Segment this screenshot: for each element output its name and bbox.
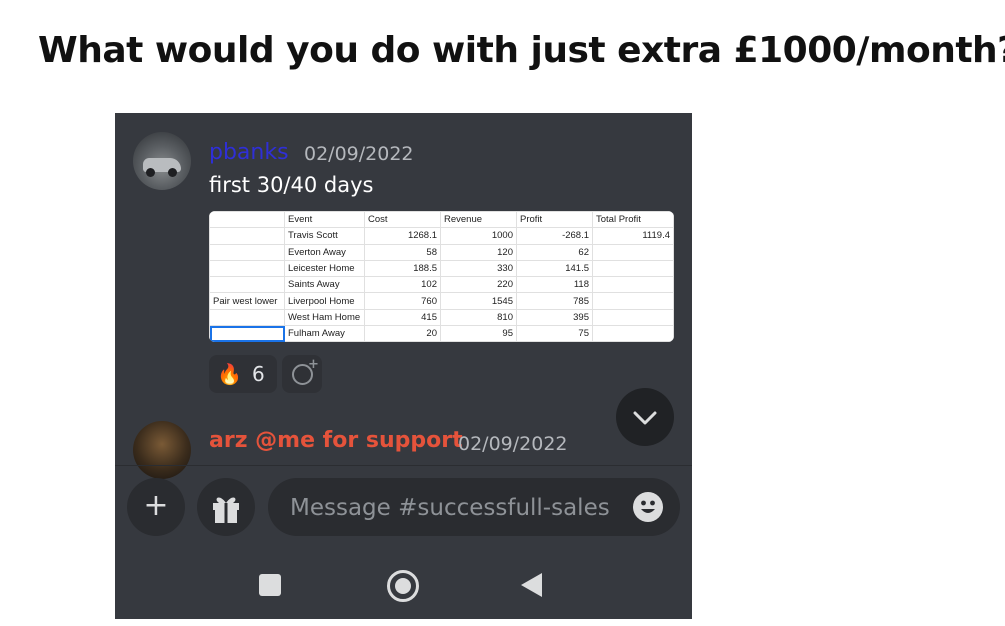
table-cell [592, 276, 674, 294]
table-cell: Travis Scott [284, 227, 365, 245]
scroll-down-button[interactable] [616, 388, 674, 446]
table-cell: 20 [364, 325, 441, 342]
reaction-count: 6 [252, 362, 265, 386]
discord-screen: pbanks 02/09/2022 first 30/40 days Event… [115, 113, 692, 619]
headline: What would you do with just extra £1000/… [38, 30, 1005, 71]
table-cell: 95 [440, 325, 517, 342]
chevron-down-icon [633, 411, 657, 425]
table-cell: 810 [440, 308, 517, 327]
table-cell: 395 [516, 308, 593, 327]
gift-icon [213, 497, 239, 523]
table-cell [209, 308, 285, 327]
table-cell [592, 308, 674, 327]
table-row: Fulham Away 20 95 75 [209, 325, 674, 342]
username[interactable]: arz @me for support [209, 428, 463, 453]
table-cell: 120 [440, 243, 517, 261]
message-text: first 30/40 days [209, 173, 374, 197]
wheel-shape [146, 168, 155, 177]
table-cell: Leicester Home [284, 259, 365, 278]
table-cell: 1545 [440, 292, 517, 310]
table-cell: 785 [516, 292, 593, 310]
username[interactable]: pbanks [209, 140, 289, 165]
selected-cell [209, 325, 285, 342]
add-reaction-button[interactable]: + [282, 355, 322, 393]
smiley-icon[interactable] [633, 492, 663, 522]
table-cell: Liverpool Home [284, 292, 365, 310]
table-cell: 141.5 [516, 259, 593, 278]
table-cell [592, 243, 674, 261]
table-cell [592, 292, 674, 310]
table-cell: 62 [516, 243, 593, 261]
table-cell: Saints Away [284, 276, 365, 294]
table-header: Revenue [440, 211, 517, 229]
table-cell [209, 243, 285, 261]
table-header: Total Profit [592, 211, 674, 229]
plus-icon: + [143, 488, 169, 523]
table-cell [209, 276, 285, 294]
smiley-face-shape [641, 500, 655, 513]
table-cell: 102 [364, 276, 441, 294]
table-header: Profit [516, 211, 593, 229]
table-header [209, 211, 285, 229]
table-header: Cost [364, 211, 441, 229]
square-icon[interactable] [259, 574, 281, 596]
fire-icon: 🔥 [217, 362, 242, 386]
table-cell [592, 325, 674, 342]
table-row: Saints Away 102 220 118 [209, 276, 674, 294]
table-cell: -268.1 [516, 227, 593, 245]
avatar[interactable] [133, 132, 191, 190]
attach-button[interactable]: + [127, 478, 185, 536]
avatar[interactable] [133, 421, 191, 479]
table-cell [592, 259, 674, 278]
spreadsheet-table: Event Cost Revenue Profit Total Profit T… [209, 211, 674, 342]
table-cell: 75 [516, 325, 593, 342]
table-cell [209, 259, 285, 278]
table-cell: 58 [364, 243, 441, 261]
table-cell: Fulham Away [284, 325, 365, 342]
divider [115, 465, 692, 466]
table-row: Leicester Home 188.5 330 141.5 [209, 259, 674, 278]
fire-reaction-button[interactable]: 🔥 6 [209, 355, 277, 393]
message-composer[interactable] [268, 478, 680, 538]
table-cell: 118 [516, 276, 593, 294]
table-header-row: Event Cost Revenue Profit Total Profit [209, 211, 674, 229]
table-cell: 1000 [440, 227, 517, 245]
gift-button[interactable] [197, 478, 255, 536]
timestamp: 02/09/2022 [304, 143, 414, 165]
table-cell: 415 [364, 308, 441, 327]
table-header: Event [284, 211, 365, 229]
table-cell: 220 [440, 276, 517, 294]
spreadsheet-image[interactable]: Event Cost Revenue Profit Total Profit T… [209, 211, 674, 342]
table-row: Everton Away 58 120 62 [209, 243, 674, 261]
table-cell: 1268.1 [364, 227, 441, 245]
table-cell: Pair west lower [209, 292, 285, 310]
plus-small-icon: + [308, 357, 319, 372]
table-cell: West Ham Home [284, 308, 365, 327]
table-cell: 188.5 [364, 259, 441, 278]
table-cell: 330 [440, 259, 517, 278]
table-cell: 760 [364, 292, 441, 310]
back-triangle-icon[interactable] [521, 573, 542, 597]
table-row: Pair west lower Liverpool Home 760 1545 … [209, 292, 674, 310]
timestamp: 02/09/2022 [458, 433, 568, 455]
home-circle-icon[interactable] [387, 570, 419, 602]
message-input[interactable] [288, 478, 622, 538]
table-cell: 1119.4 [592, 227, 674, 245]
wheel-shape [168, 168, 177, 177]
table-row: West Ham Home 415 810 395 [209, 308, 674, 327]
table-row: Travis Scott 1268.1 1000 -268.1 1119.4 [209, 227, 674, 245]
table-cell [209, 227, 285, 245]
table-cell: Everton Away [284, 243, 365, 261]
